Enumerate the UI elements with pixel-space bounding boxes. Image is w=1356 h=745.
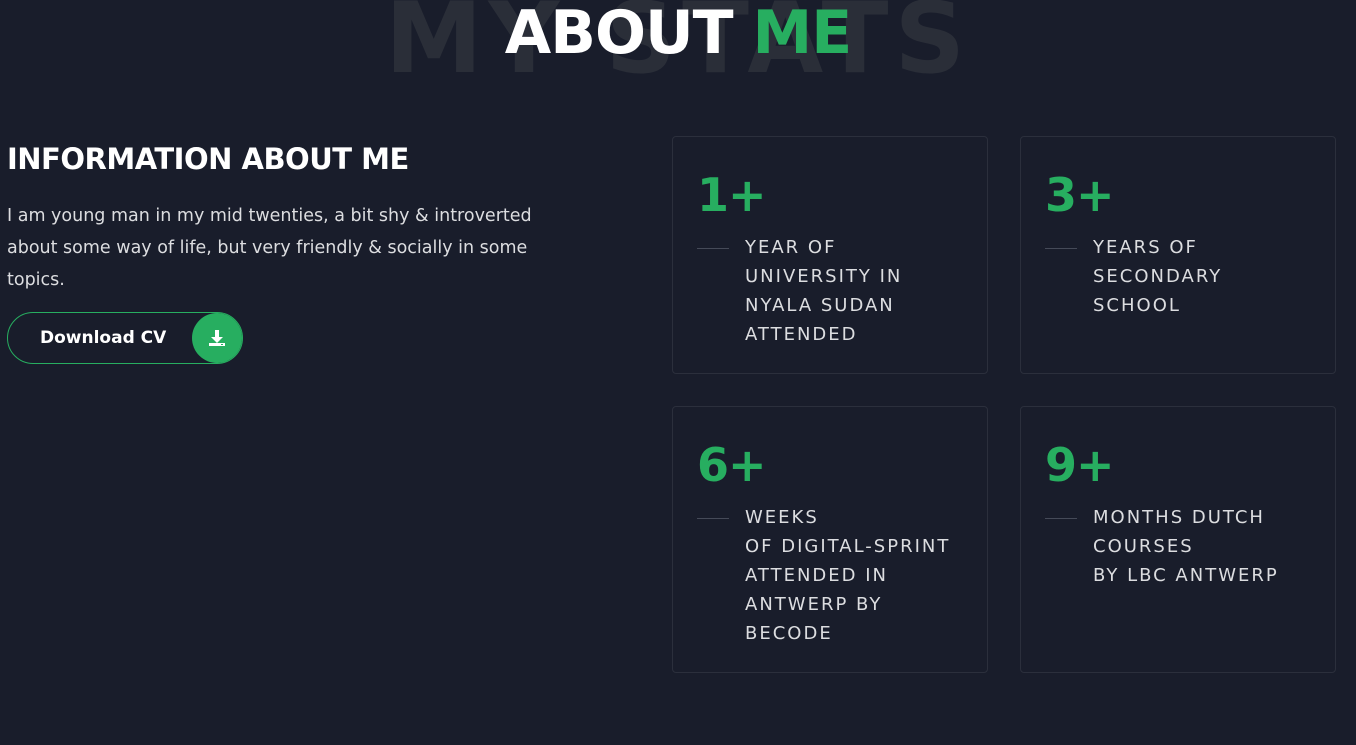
stat-description: WEEKS OF DIGITAL-SPRINT ATTENDED IN ANTW…: [745, 507, 951, 644]
stat-number: 6+: [697, 438, 767, 492]
page-title: ABOUT ME: [0, 0, 1356, 66]
stat-card: 9+ MONTHS DUTCH COURSES BY LBC ANTWERP: [1020, 406, 1336, 673]
stat-divider: [697, 248, 729, 249]
stat-divider: [697, 518, 729, 519]
stat-description: YEARS OF SECONDARY SCHOOL: [1093, 237, 1223, 316]
stat-number: 9+: [1045, 438, 1115, 492]
info-text: I am young man in my mid twenties, a bit…: [7, 206, 532, 290]
stat-number: 3+: [1045, 168, 1115, 222]
stat-card: 1+ YEAR OF UNIVERSITY IN NYALA SUDAN ATT…: [672, 136, 988, 374]
title-green-part: ME: [752, 0, 853, 68]
section-heading: MY STATS ABOUT ME: [0, 0, 1356, 96]
stat-number: 1+: [697, 168, 767, 222]
title-white-part: ABOUT: [504, 0, 734, 68]
stat-description: MONTHS DUTCH COURSES BY LBC ANTWERP: [1093, 507, 1279, 586]
info-title: INFORMATION ABOUT ME: [7, 142, 409, 176]
stat-divider: [1045, 248, 1077, 249]
stat-card: 3+ YEARS OF SECONDARY SCHOOL: [1020, 136, 1336, 374]
download-cv-button[interactable]: Download CV: [7, 312, 243, 364]
stat-card: 6+ WEEKS OF DIGITAL-SPRINT ATTENDED IN A…: [672, 406, 988, 673]
download-cv-label: Download CV: [40, 328, 167, 348]
stat-divider: [1045, 518, 1077, 519]
about-section: MY STATS ABOUT ME INFORMATION ABOUT ME I…: [0, 0, 1356, 745]
stat-description: YEAR OF UNIVERSITY IN NYALA SUDAN ATTEND…: [745, 237, 903, 345]
download-icon: [192, 313, 242, 363]
